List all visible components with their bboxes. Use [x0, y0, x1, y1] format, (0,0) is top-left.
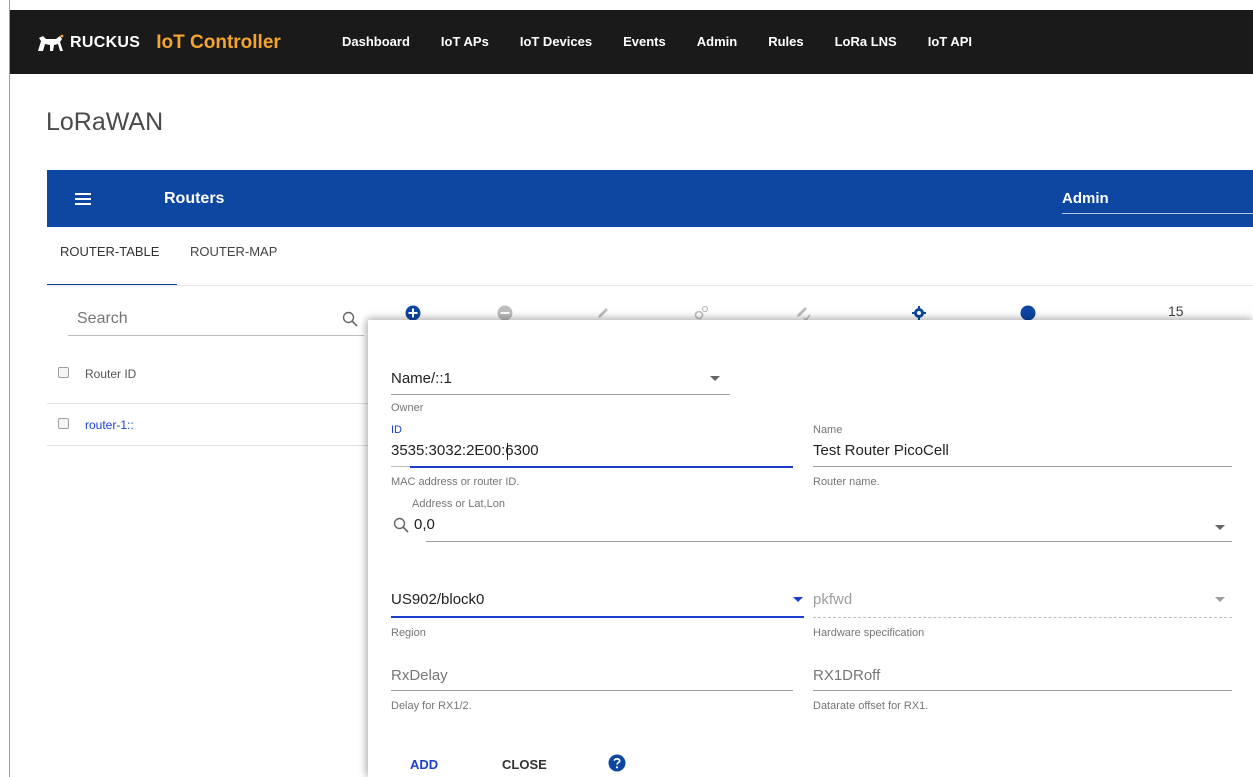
row-checkbox[interactable]: [58, 418, 69, 429]
nav-link-events[interactable]: Events: [623, 34, 666, 49]
table-row[interactable]: router-1::: [47, 404, 369, 446]
address-dropdown-icon[interactable]: [1215, 525, 1225, 530]
search-box: [68, 306, 364, 336]
region-select-value[interactable]: US902/block0: [391, 591, 484, 608]
id-hint: MAC address or router ID.: [391, 476, 520, 488]
user-menu[interactable]: Admin: [1062, 190, 1109, 207]
hardware-select[interactable]: pkfwd: [813, 591, 852, 608]
hardware-dropdown-icon[interactable]: [1215, 597, 1225, 602]
hardware-hint: Hardware specification: [813, 627, 925, 639]
owner-select-underline: [391, 394, 730, 395]
address-underline: [426, 541, 1232, 542]
nav-link-iot-aps[interactable]: IoT APs: [441, 34, 489, 49]
router-id-link[interactable]: router-1::: [85, 418, 134, 432]
name-label: Name: [813, 424, 843, 436]
text-cursor: [507, 443, 508, 460]
hardware-underline: [813, 617, 1232, 618]
tab-router-table[interactable]: ROUTER-TABLE: [60, 244, 159, 259]
rxdelay-hint: Delay for RX1/2.: [391, 700, 472, 712]
help-icon[interactable]: [608, 754, 626, 772]
ruckus-dog-logo-icon: [38, 34, 64, 51]
window-edge: [9, 0, 10, 777]
id-focus-underline: [410, 466, 793, 468]
nav-link-dashboard[interactable]: Dashboard: [342, 34, 410, 49]
rx1droff-input[interactable]: RX1DRoff: [813, 667, 880, 684]
tab-router-map[interactable]: ROUTER-MAP: [190, 244, 277, 259]
region-underline: [391, 616, 804, 618]
name-hint: Router name.: [813, 476, 880, 488]
column-header-router-id[interactable]: Router ID: [85, 367, 136, 381]
remove-circle-icon[interactable]: [497, 305, 513, 321]
row-count: 15: [1168, 303, 1184, 319]
menu-icon[interactable]: [75, 193, 91, 205]
table-header: Router ID: [47, 350, 369, 404]
add-router-dialog: Name/::1 Owner ID 3535:3032:2E00:6300 MA…: [368, 320, 1253, 777]
address-search-icon[interactable]: [393, 517, 409, 533]
name-underline: [813, 466, 1232, 467]
owner-label: Owner: [391, 402, 424, 414]
edit-icon[interactable]: [595, 305, 611, 321]
region-label: Region: [391, 627, 426, 639]
product-name: IoT Controller: [156, 32, 281, 53]
search-icon[interactable]: [342, 311, 358, 327]
top-navbar: RUCKUS IoT Controller Dashboard IoT APs …: [10, 10, 1253, 74]
id-value-end: 6300: [505, 442, 539, 459]
nav-link-iot-devices[interactable]: IoT Devices: [520, 34, 592, 49]
edit-check-icon[interactable]: [795, 305, 811, 321]
name-input[interactable]: Test Router PicoCell: [813, 442, 949, 459]
owner-select-value[interactable]: Name/::1: [391, 370, 452, 387]
close-button[interactable]: CLOSE: [502, 757, 547, 772]
nav-links: Dashboard IoT APs IoT Devices Events Adm…: [342, 34, 1003, 49]
id-label: ID: [391, 424, 402, 436]
gears-icon[interactable]: [693, 305, 709, 321]
gear-icon[interactable]: [911, 305, 927, 321]
nav-link-admin[interactable]: Admin: [697, 34, 737, 49]
brand[interactable]: RUCKUS IoT Controller: [36, 30, 281, 56]
rxdelay-underline: [391, 690, 793, 691]
rxdelay-input[interactable]: RxDelay: [391, 667, 448, 684]
rx1droff-underline: [813, 690, 1232, 691]
add-circle-icon[interactable]: [405, 305, 421, 321]
app-bar: Routers Admin: [47, 170, 1253, 227]
owner-dropdown-icon[interactable]: [710, 376, 720, 381]
help-icon[interactable]: [1020, 305, 1036, 321]
user-menu-underline: [1062, 213, 1253, 214]
page-title: LoRaWAN: [46, 108, 164, 136]
nav-link-iot-api[interactable]: IoT API: [928, 34, 972, 49]
add-button[interactable]: ADD: [410, 757, 438, 772]
select-all-checkbox[interactable]: [58, 367, 69, 378]
id-value-start: 3535:3032:2E00:: [391, 442, 506, 459]
app-bar-title: Routers: [164, 190, 225, 207]
tabs-divider: [47, 285, 1253, 286]
address-label: Address or Lat,Lon: [412, 498, 505, 510]
nav-link-rules[interactable]: Rules: [768, 34, 803, 49]
rx1droff-hint: Datarate offset for RX1.: [813, 700, 929, 712]
region-dropdown-icon[interactable]: [793, 597, 803, 602]
search-input[interactable]: [68, 306, 318, 332]
address-input[interactable]: 0,0: [414, 516, 435, 533]
nav-link-lora-lns[interactable]: LoRa LNS: [835, 34, 897, 49]
brand-name: RUCKUS: [70, 34, 141, 51]
id-input[interactable]: 3535:3032:2E00:6300: [391, 442, 539, 459]
